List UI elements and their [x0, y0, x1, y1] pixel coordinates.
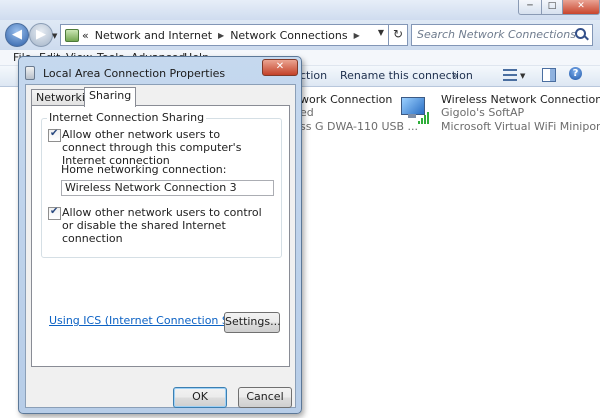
search-input[interactable]: Search Network Connections [417, 28, 576, 41]
window-titlebar: ─ □ ✕ [0, 0, 600, 20]
maximize-button[interactable]: □ [541, 0, 563, 15]
view-dropdown-icon[interactable]: ▼ [520, 72, 525, 80]
tab-sharing[interactable]: Sharing [84, 87, 137, 107]
list-item[interactable]: Wireless Network Connection 3 Gigolo's S… [441, 93, 600, 134]
forward-button[interactable]: ▶ [29, 23, 53, 47]
toolbar-command-partial[interactable]: ction [300, 69, 327, 82]
dialog-title: Local Area Connection Properties [43, 67, 226, 80]
control-panel-icon [65, 28, 79, 42]
search-box[interactable]: Search Network Connections [411, 24, 593, 46]
breadcrumb-chevron-icon[interactable]: ▶ [218, 31, 224, 40]
more-commands-button[interactable]: » [452, 69, 459, 82]
wireless-connection-icon[interactable] [398, 95, 432, 129]
search-icon[interactable] [575, 28, 586, 39]
connection-name: Wireless Network Connection 3 [441, 93, 600, 106]
navigation-bar: ◀ ▶ ▼ « Network and Internet ▶ Network C… [0, 20, 600, 50]
address-overflow[interactable]: « [82, 29, 89, 42]
cancel-button[interactable]: Cancel [238, 387, 292, 408]
refresh-button[interactable]: ↻ [388, 24, 408, 46]
group-label: Internet Connection Sharing [47, 111, 207, 124]
ics-group: Internet Connection Sharing Allow other … [41, 111, 282, 258]
help-icon[interactable]: ? [569, 67, 582, 80]
home-connection-field[interactable]: Wireless Network Connection 3 [61, 180, 274, 196]
close-button[interactable]: ✕ [562, 0, 600, 15]
breadcrumb-chevron-icon[interactable]: ▶ [354, 31, 360, 40]
address-dropdown-icon[interactable]: ▼ [378, 28, 384, 37]
network-adapter-icon [25, 66, 35, 80]
connection-device: Microsoft Virtual WiFi Miniport A... [441, 120, 600, 133]
back-button[interactable]: ◀ [5, 23, 29, 47]
allow-connect-checkbox[interactable] [48, 128, 61, 142]
address-bar[interactable]: « Network and Internet ▶ Network Connect… [60, 24, 389, 46]
breadcrumb-network-connections[interactable]: Network Connections [230, 29, 347, 42]
allow-connect-label[interactable]: Allow other network users to connect thr… [62, 128, 262, 167]
connection-status: Gigolo's SoftAP [441, 106, 525, 119]
settings-button[interactable]: Settings... [224, 312, 281, 333]
allow-control-label[interactable]: Allow other network users to control or … [62, 206, 262, 245]
minimize-button[interactable]: ─ [518, 0, 542, 15]
change-view-icon[interactable] [503, 69, 517, 81]
ok-button[interactable]: OK [173, 387, 227, 408]
properties-dialog: Local Area Connection Properties ✕ Netwo… [18, 56, 302, 414]
preview-pane-icon[interactable] [542, 68, 556, 82]
breadcrumb-network-and-internet[interactable]: Network and Internet [95, 29, 212, 42]
allow-control-checkbox[interactable] [48, 206, 61, 220]
sharing-tab-panel: Internet Connection Sharing Allow other … [31, 105, 290, 367]
dialog-close-button[interactable]: ✕ [262, 59, 298, 76]
home-connection-label: Home networking connection: [61, 163, 227, 176]
dialog-body: Networking Sharing Internet Connection S… [25, 84, 296, 408]
recent-pages-dropdown-icon[interactable]: ▼ [52, 32, 57, 40]
